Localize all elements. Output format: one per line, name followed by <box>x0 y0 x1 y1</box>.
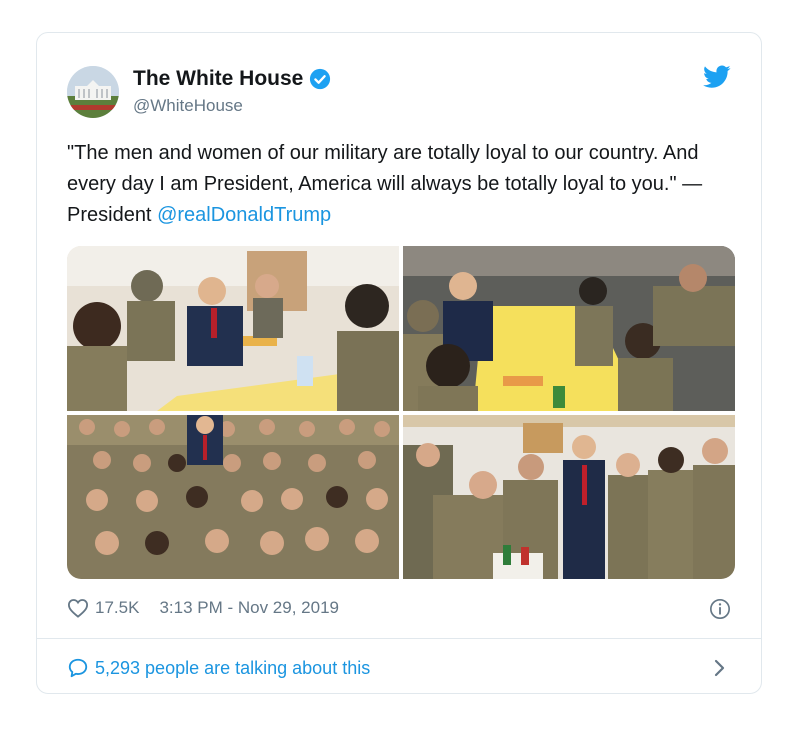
photo-1-image <box>67 246 399 411</box>
photo-4[interactable] <box>403 415 735 579</box>
info-icon[interactable] <box>709 598 731 620</box>
account-handle[interactable]: @WhiteHouse <box>133 96 243 116</box>
photo-2-image <box>403 246 735 411</box>
chevron-right-icon[interactable] <box>713 657 727 679</box>
white-house-avatar-image <box>67 66 119 118</box>
photo-grid[interactable] <box>67 246 735 579</box>
tweet-card: The White House @WhiteHouse "The men and… <box>36 32 762 694</box>
account-name-row[interactable]: The White House <box>133 67 331 91</box>
twitter-bird-icon[interactable] <box>703 65 731 89</box>
conversation-text[interactable]: 5,293 people are talking about this <box>95 658 370 679</box>
mention-link[interactable]: @realDonaldTrump <box>157 204 331 226</box>
tweet-timestamp[interactable]: 3:13 PM - Nov 29, 2019 <box>159 598 339 618</box>
photo-2[interactable] <box>403 246 735 411</box>
tweet-meta: 17.5K 3:13 PM - Nov 29, 2019 <box>67 598 339 618</box>
heart-icon[interactable] <box>67 598 89 618</box>
photo-3[interactable] <box>67 415 399 579</box>
avatar[interactable] <box>67 66 119 118</box>
conversation-link[interactable]: 5,293 people are talking about this <box>67 657 370 679</box>
photo-4-image <box>403 415 735 579</box>
photo-3-image <box>67 415 399 579</box>
photo-1[interactable] <box>67 246 399 411</box>
verified-badge-icon <box>310 68 331 90</box>
account-name[interactable]: The White House <box>133 67 303 91</box>
divider <box>37 638 761 639</box>
like-count[interactable]: 17.5K <box>95 598 139 618</box>
tweet-text: "The men and women of our military are t… <box>67 138 727 231</box>
speech-bubble-icon <box>68 658 88 678</box>
